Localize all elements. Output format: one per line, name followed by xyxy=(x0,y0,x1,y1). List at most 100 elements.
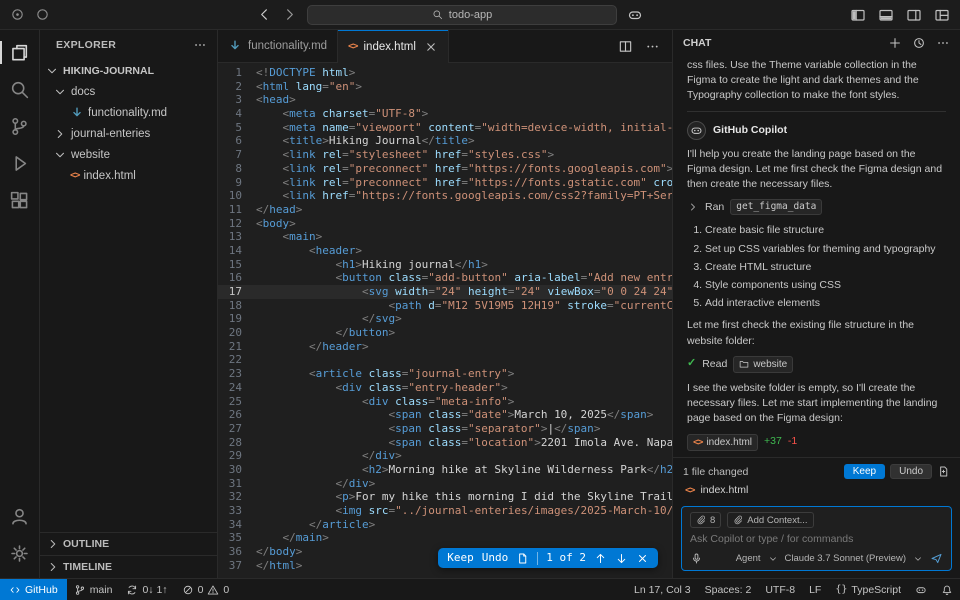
close-review-icon[interactable] xyxy=(636,552,649,565)
window-icon[interactable] xyxy=(10,7,25,22)
code-line-29[interactable]: 29 </div> xyxy=(218,449,672,463)
mic-icon[interactable] xyxy=(690,552,703,565)
tool-read-row[interactable]: ✓ Read website xyxy=(687,356,946,373)
keep-all-button[interactable]: Keep xyxy=(844,464,885,479)
code-line-28[interactable]: 28 <span class="location">2201 Imola Ave… xyxy=(218,436,672,450)
tool-run-row[interactable]: Ran get_figma_data xyxy=(687,199,946,215)
toggle-sidebar-icon[interactable] xyxy=(850,7,866,23)
code-line-34[interactable]: 34 </article> xyxy=(218,518,672,532)
code-line-26[interactable]: 26 <span class="date">March 10, 2025</sp… xyxy=(218,408,672,422)
code-line-21[interactable]: 21 </header> xyxy=(218,340,672,354)
expand-icon[interactable] xyxy=(687,201,699,213)
explorer-item-docs[interactable]: docs xyxy=(40,81,217,102)
open-diff-icon[interactable] xyxy=(516,552,529,565)
code-line-32[interactable]: 32 <p>For my hike this morning I did the… xyxy=(218,490,672,504)
editor-more-icon[interactable] xyxy=(645,39,660,54)
explorer-item-hiking-journal[interactable]: HIKING-JOURNAL xyxy=(40,60,217,81)
chat-messages[interactable]: css files. Use the Theme variable collec… xyxy=(673,56,960,457)
chat-input[interactable]: 8 Add Context... Ask Copilot or type / f… xyxy=(681,506,952,571)
tab-index.html[interactable]: <>index.html xyxy=(338,30,449,63)
attachments-chip[interactable]: 8 xyxy=(690,512,721,528)
code-line-9[interactable]: 9 <link rel="preconnect" href="https://f… xyxy=(218,176,672,190)
tool-run-name[interactable]: get_figma_data xyxy=(730,199,822,215)
remote-indicator[interactable]: GitHub xyxy=(0,579,67,600)
code-line-23[interactable]: 23 <article class="journal-entry"> xyxy=(218,367,672,381)
activity-explorer[interactable] xyxy=(0,34,40,71)
add-context-button[interactable]: Add Context... xyxy=(727,512,813,528)
activity-account[interactable] xyxy=(0,498,40,535)
send-icon[interactable] xyxy=(930,552,943,565)
code-line-19[interactable]: 19 </svg> xyxy=(218,312,672,326)
code-line-22[interactable]: 22 xyxy=(218,353,672,367)
code-line-10[interactable]: 10 <link href="https://fonts.googleapis.… xyxy=(218,189,672,203)
copilot-menu-icon[interactable] xyxy=(627,7,643,23)
notifications[interactable] xyxy=(934,579,960,600)
encoding-indicator[interactable]: UTF-8 xyxy=(758,579,802,600)
activity-search[interactable] xyxy=(0,71,40,108)
changed-file-chip[interactable]: <> index.html +37 -1 xyxy=(687,434,946,451)
close-tab-icon[interactable] xyxy=(424,40,438,54)
section-timeline[interactable]: TIMELINE xyxy=(40,555,217,578)
code-line-5[interactable]: 5 <meta name="viewport" content="width=d… xyxy=(218,121,672,135)
chat-history-icon[interactable] xyxy=(912,36,926,50)
explorer-item-functionality.md[interactable]: functionality.md xyxy=(40,102,217,123)
view-changes-icon[interactable] xyxy=(937,465,950,478)
customize-layout-icon[interactable] xyxy=(934,7,950,23)
section-outline[interactable]: OUTLINE xyxy=(40,532,217,555)
code-editor[interactable]: 1<!DOCTYPE html>2<html lang="en">3<head>… xyxy=(218,63,672,578)
activity-settings[interactable] xyxy=(0,535,40,572)
split-editor-icon[interactable] xyxy=(618,39,633,54)
indentation-indicator[interactable]: Spaces: 2 xyxy=(698,579,759,600)
sync-indicator[interactable]: 0↓ 1↑ xyxy=(119,579,174,600)
explorer-more-icon[interactable] xyxy=(193,38,207,52)
window-icon-2[interactable] xyxy=(35,7,50,22)
code-line-1[interactable]: 1<!DOCTYPE html> xyxy=(218,66,672,80)
model-selector[interactable]: Claude 3.7 Sonnet (Preview) xyxy=(785,553,906,564)
model-chevron-icon[interactable] xyxy=(913,554,923,564)
explorer-item-journal-enteries[interactable]: journal-enteries xyxy=(40,123,217,144)
chat-more-icon[interactable] xyxy=(936,36,950,50)
code-line-15[interactable]: 15 <h1>Hiking journal</h1> xyxy=(218,258,672,272)
cursor-position[interactable]: Ln 17, Col 3 xyxy=(627,579,698,600)
code-line-7[interactable]: 7 <link rel="stylesheet" href="styles.cs… xyxy=(218,148,672,162)
explorer-item-website[interactable]: website xyxy=(40,144,217,165)
mode-selector[interactable]: Agent xyxy=(736,553,761,564)
next-change-icon[interactable] xyxy=(615,552,628,565)
explorer-item-index.html[interactable]: <>index.html xyxy=(40,165,217,186)
code-line-12[interactable]: 12<body> xyxy=(218,217,672,231)
go-back-button[interactable] xyxy=(257,7,272,22)
chat-input-placeholder[interactable]: Ask Copilot or type / for commands xyxy=(690,533,943,547)
code-line-6[interactable]: 6 <title>Hiking Journal</title> xyxy=(218,134,672,148)
toggle-panel-icon[interactable] xyxy=(878,7,894,23)
activity-source-control[interactable] xyxy=(0,108,40,145)
problems-indicator[interactable]: 0 0 xyxy=(175,579,237,600)
code-line-31[interactable]: 31 </div> xyxy=(218,477,672,491)
go-forward-button[interactable] xyxy=(282,7,297,22)
toggle-secondary-sidebar-icon[interactable] xyxy=(906,7,922,23)
code-line-25[interactable]: 25 <div class="meta-info"> xyxy=(218,395,672,409)
code-line-20[interactable]: 20 </button> xyxy=(218,326,672,340)
code-line-30[interactable]: 30 <h2>Morning hike at Skyline Wildernes… xyxy=(218,463,672,477)
code-line-16[interactable]: 16 <button class="add-button" aria-label… xyxy=(218,271,672,285)
code-line-8[interactable]: 8 <link rel="preconnect" href="https://f… xyxy=(218,162,672,176)
activity-run-debug[interactable] xyxy=(0,145,40,182)
code-line-13[interactable]: 13 <main> xyxy=(218,230,672,244)
mode-chevron-icon[interactable] xyxy=(768,554,778,564)
code-line-35[interactable]: 35 </main> xyxy=(218,531,672,545)
search-box[interactable]: todo-app xyxy=(307,5,617,25)
code-line-4[interactable]: 4 <meta charset="UTF-8"> xyxy=(218,107,672,121)
code-line-27[interactable]: 27 <span class="separator">|</span> xyxy=(218,422,672,436)
code-line-3[interactable]: 3<head> xyxy=(218,93,672,107)
language-indicator[interactable]: {} TypeScript xyxy=(828,579,908,600)
code-line-18[interactable]: 18 <path d="M12 5V19M5 12H19" stroke="cu… xyxy=(218,299,672,313)
tab-functionality.md[interactable]: functionality.md xyxy=(218,30,338,62)
new-chat-icon[interactable] xyxy=(888,36,902,50)
code-line-11[interactable]: 11</head> xyxy=(218,203,672,217)
code-line-33[interactable]: 33 <img src="../journal-enteries/images/… xyxy=(218,504,672,518)
read-target-chip[interactable]: website xyxy=(733,356,793,373)
copilot-status[interactable] xyxy=(908,579,934,600)
code-line-2[interactable]: 2<html lang="en"> xyxy=(218,80,672,94)
activity-extensions[interactable] xyxy=(0,182,40,219)
keep-button[interactable]: Keep xyxy=(447,551,474,565)
branch-indicator[interactable]: main xyxy=(67,579,120,600)
